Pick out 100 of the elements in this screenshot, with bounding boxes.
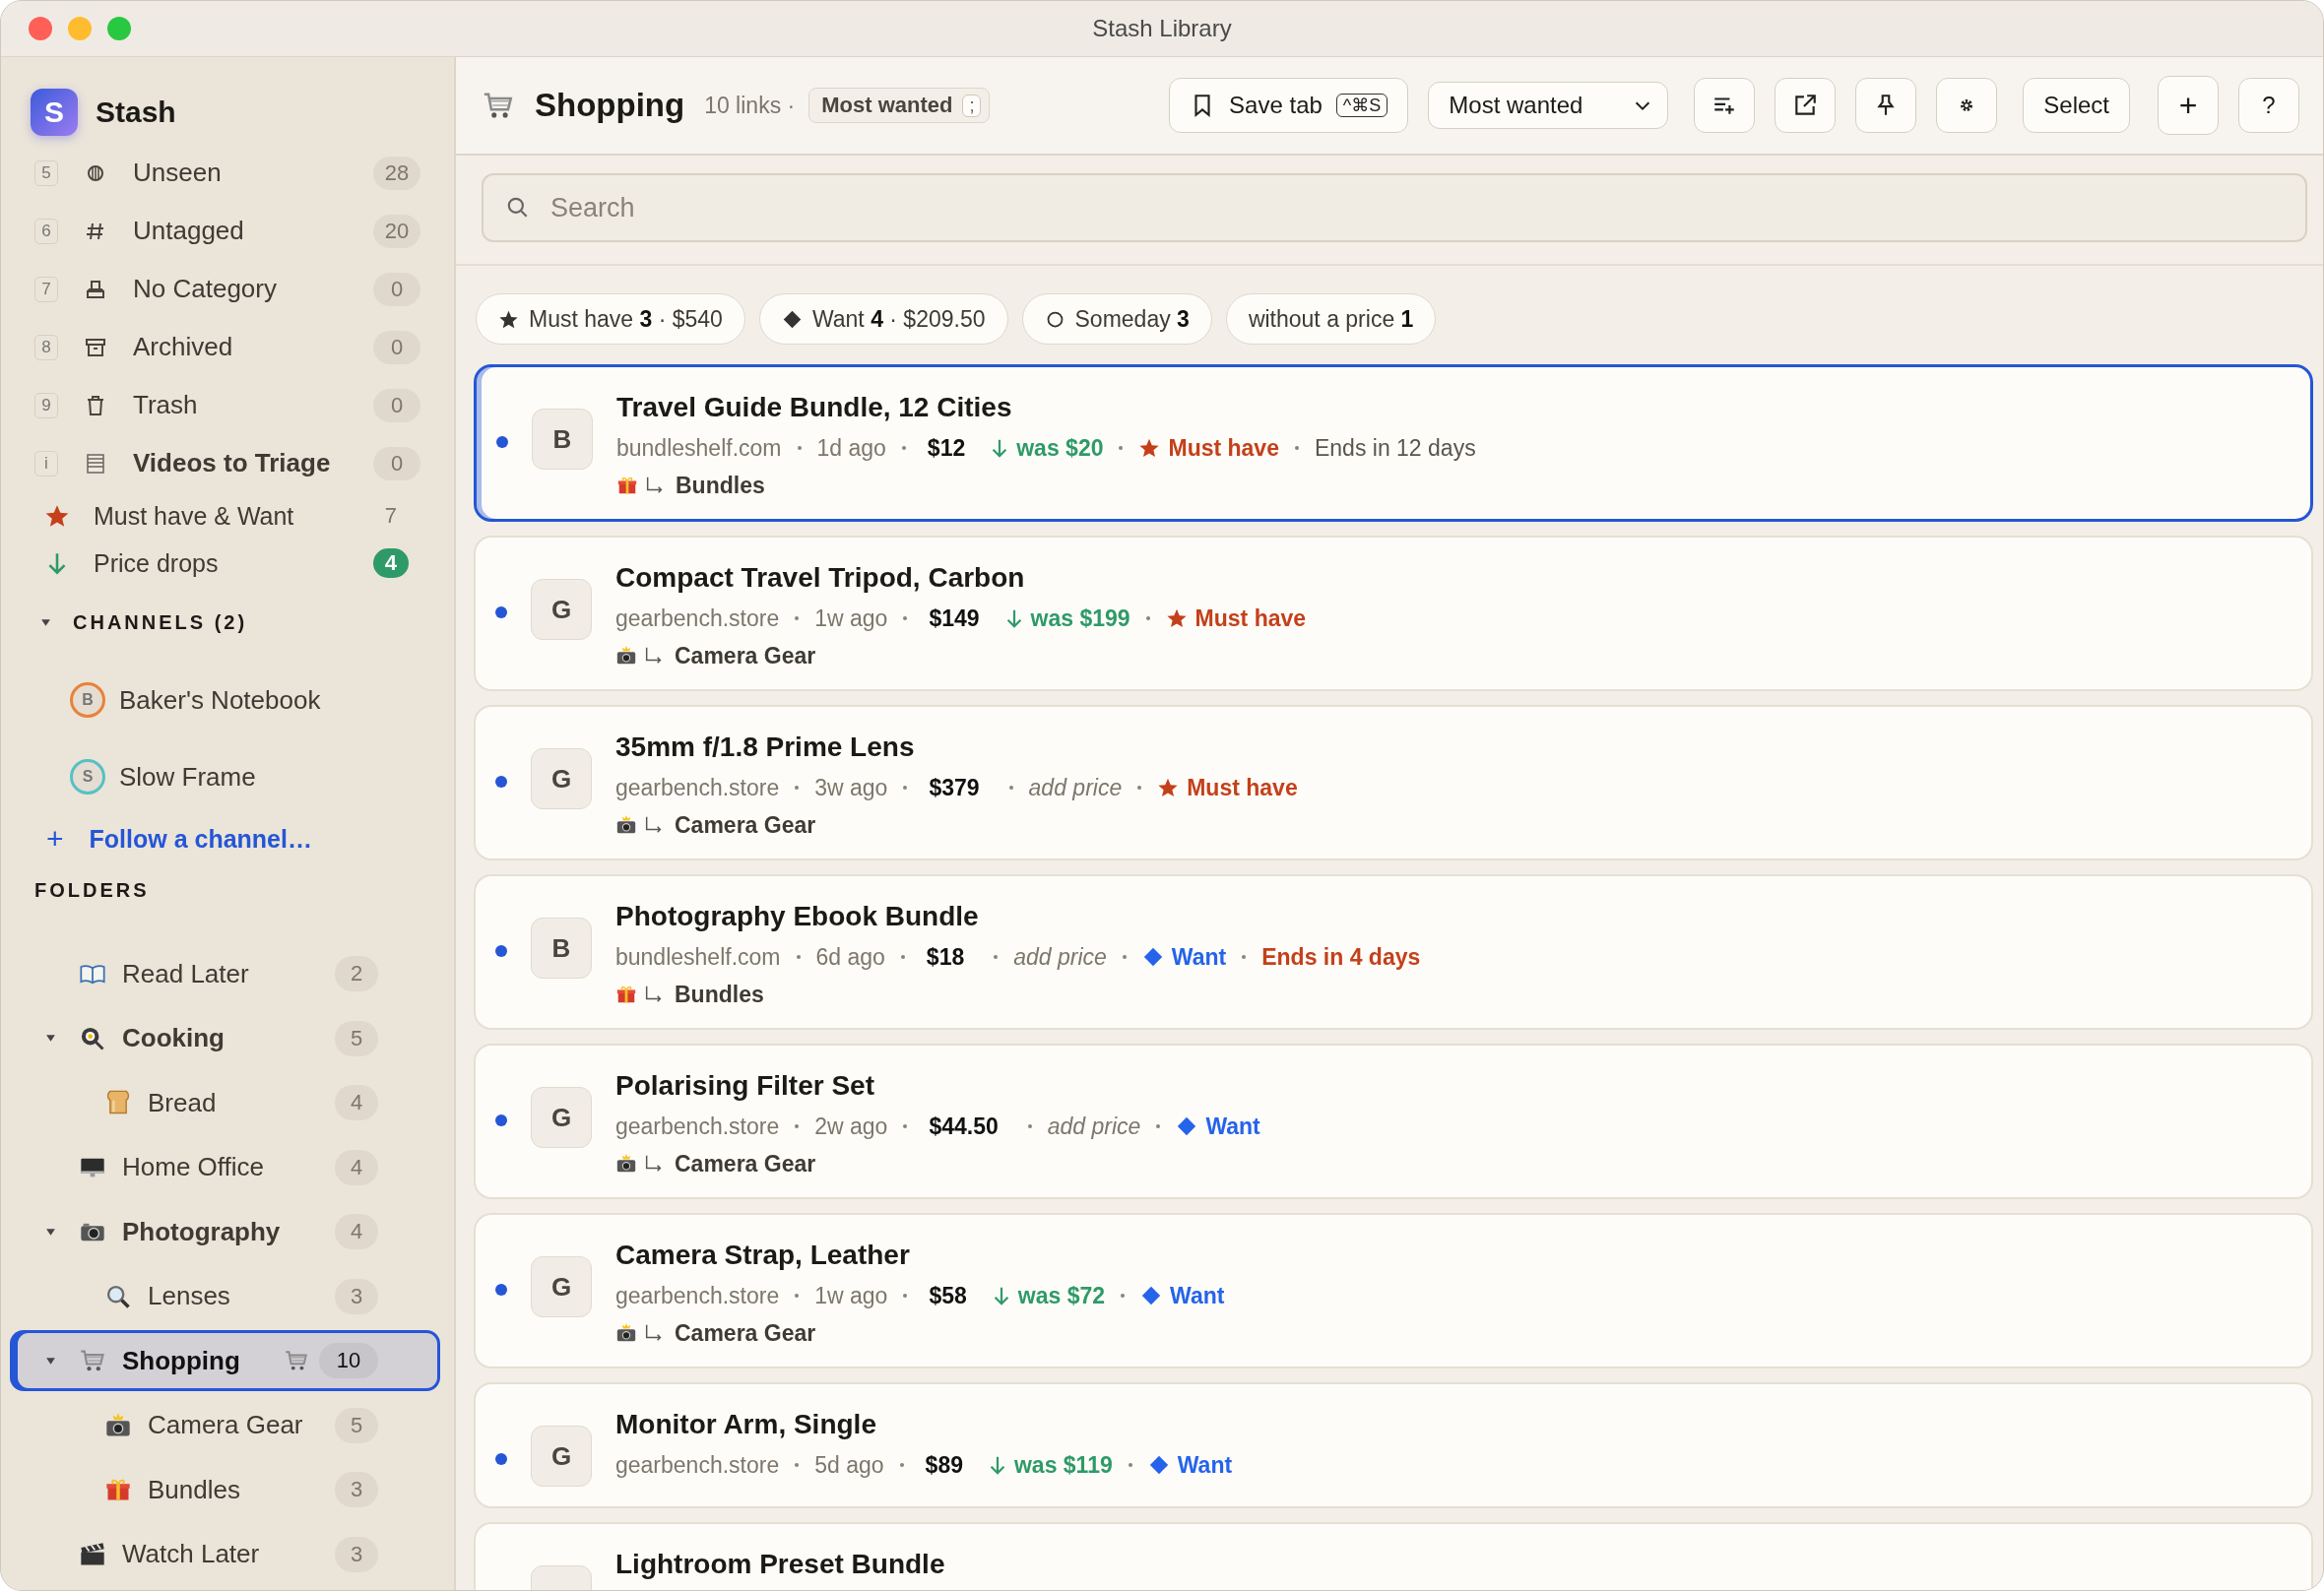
- link-source: gearbench.store: [615, 774, 780, 801]
- sort-chip[interactable]: Most wanted ;: [808, 88, 991, 123]
- sort-list-button[interactable]: [1694, 78, 1756, 133]
- shortcut-key: 8: [34, 334, 58, 360]
- camera-flash-icon: [104, 1411, 132, 1439]
- caret-icon[interactable]: [40, 616, 51, 628]
- filter-chip[interactable]: Want 4 · $209.50: [758, 293, 1008, 345]
- folder-item[interactable]: Cooking 5: [15, 1007, 440, 1069]
- shortcut-key: 7: [34, 276, 58, 302]
- link-card[interactable]: B Photography Ebook Bundle bundleshelf.com 6d ago $18 add price Want Ends in 4 days Bundles: [474, 874, 2313, 1030]
- shortcut-key: i: [34, 450, 58, 477]
- folder-item[interactable]: Read Later 2: [15, 943, 440, 1004]
- caret-icon[interactable]: [45, 1033, 56, 1044]
- folder-name: Camera Gear: [675, 1150, 816, 1177]
- old-price: was $199: [1030, 605, 1130, 632]
- site-avatar: G: [531, 1426, 592, 1487]
- search-field[interactable]: Search: [482, 173, 2307, 242]
- caret-icon[interactable]: [45, 1355, 56, 1367]
- link-age: 1d ago: [816, 434, 886, 462]
- sidebar-item[interactable]: 9 Trash 0: [1, 376, 454, 434]
- link-title: Photography Ebook Bundle: [615, 900, 980, 933]
- link-card[interactable]: G Camera Strap, Leather gearbench.store 1w ago $58 was $72 Want Camera Gear: [474, 1213, 2313, 1368]
- help-button[interactable]: ?: [2238, 78, 2299, 133]
- count-badge: 20: [373, 214, 420, 248]
- folder-item[interactable]: Watch Later 3: [15, 1523, 440, 1585]
- settings-button[interactable]: [1936, 78, 1998, 133]
- link-age: 3w ago: [814, 774, 888, 801]
- select-button[interactable]: Select: [2023, 78, 2130, 133]
- filter-chip[interactable]: Someday 3: [1021, 293, 1212, 345]
- link-card[interactable]: G Monitor Arm, Single gearbench.store 5d ago $89 was $119 Want: [474, 1382, 2313, 1508]
- link-title: Lightroom Preset Bundle: [615, 1548, 945, 1581]
- count-badge: 10: [319, 1343, 378, 1378]
- sidebar-item[interactable]: 5 Unseen 28: [1, 144, 454, 202]
- add-price-link[interactable]: add price: [1047, 1113, 1141, 1140]
- site-avatar: B: [531, 918, 592, 979]
- count-label: 7: [383, 502, 398, 530]
- add-price-link[interactable]: add price: [1028, 774, 1123, 801]
- link-age: 1w ago: [814, 605, 888, 632]
- link-source: bundleshelf.com: [615, 943, 781, 971]
- link-source: gearbench.store: [615, 605, 780, 632]
- count-badge: 0: [373, 388, 420, 422]
- priority-label: Want: [1171, 943, 1227, 971]
- filter-chip[interactable]: without a price 1: [1225, 293, 1437, 345]
- sidebar-item[interactable]: 6 Untagged 20: [1, 202, 454, 260]
- channel-item[interactable]: B Baker's Notebook: [1, 662, 454, 738]
- link-source: gearbench.store: [615, 1113, 780, 1140]
- folder-item[interactable]: Photography 4: [15, 1201, 440, 1262]
- follow-channel-link[interactable]: Follow a channel…: [89, 824, 312, 854]
- caret-icon[interactable]: [45, 1226, 56, 1238]
- priority-label: Want: [1170, 1282, 1225, 1309]
- shortcut-key: 9: [34, 392, 58, 418]
- external-link-icon: [1792, 93, 1819, 118]
- count-badge: 2: [335, 956, 378, 991]
- link-price: $89: [925, 1451, 963, 1479]
- app-logo: S: [31, 89, 78, 136]
- sidebar-item[interactable]: 7 No Category 0: [1, 260, 454, 318]
- close-button[interactable]: [29, 17, 52, 40]
- folder-name: Camera Gear: [675, 642, 816, 669]
- channel-item[interactable]: S Slow Frame: [1, 738, 454, 815]
- bread-icon: [104, 1089, 132, 1116]
- link-card[interactable]: G Polarising Filter Set gearbench.store 2w ago $44.50 add price Want Camera Gear: [474, 1044, 2313, 1199]
- site-avatar: G: [531, 579, 592, 640]
- sidebar-item[interactable]: Price drops 4: [1, 540, 454, 587]
- folder-item[interactable]: Lenses 3: [15, 1265, 440, 1327]
- open-external-button[interactable]: [1775, 78, 1837, 133]
- sidebar-item[interactable]: 8 Archived 0: [1, 318, 454, 376]
- sidebar-item[interactable]: Must have & Want 7: [1, 492, 454, 540]
- folder-name: Bundles: [675, 981, 764, 1008]
- search-input[interactable]: Search: [549, 191, 2284, 224]
- folder-item[interactable]: Home Office 4: [15, 1136, 440, 1198]
- link-card[interactable]: G 35mm f/1.8 Prime Lens gearbench.store 3w ago $379 add price Must have Camera Gear: [474, 705, 2313, 860]
- sidebar-item[interactable]: i Videos to Triage 0: [1, 434, 454, 492]
- folder-item[interactable]: Bread 4: [15, 1072, 440, 1133]
- save-tab-button[interactable]: Save tab ^⌘S: [1169, 78, 1409, 133]
- priority-label: Must have: [1187, 774, 1298, 801]
- diamond-icon: [1140, 1285, 1163, 1306]
- star-icon: [1157, 777, 1180, 798]
- link-card[interactable]: G Compact Travel Tripod, Carbon gearbench.store 1w ago $149 was $199 Must have Camera Gear: [474, 536, 2313, 691]
- count-badge: 3: [335, 1536, 378, 1572]
- priority-label: Must have: [1168, 434, 1279, 462]
- folder-item[interactable]: Camera Gear 5: [15, 1394, 440, 1456]
- star-icon: [498, 308, 519, 330]
- count-badge: 0: [373, 272, 420, 306]
- sort-dropdown[interactable]: Most wanted: [1428, 82, 1669, 129]
- add-button[interactable]: +: [2158, 76, 2219, 135]
- filter-chip[interactable]: Must have 3 · $540: [476, 293, 745, 345]
- add-price-link[interactable]: add price: [1013, 943, 1107, 971]
- diamond-icon: [1147, 1454, 1170, 1476]
- count-badge: 4: [335, 1214, 378, 1249]
- count-badge: 5: [335, 1020, 378, 1056]
- folder-item[interactable]: Bundles 3: [15, 1459, 440, 1520]
- list-icon: [84, 451, 107, 476]
- link-card[interactable]: Lightroom Preset Bundle: [474, 1522, 2313, 1590]
- page-title: Shopping: [535, 87, 685, 124]
- plus-icon: +: [46, 822, 64, 856]
- link-age: 1w ago: [814, 1282, 888, 1309]
- section-heading: FOLDERS: [34, 878, 150, 902]
- pin-button[interactable]: [1855, 78, 1917, 133]
- link-age: 5d ago: [814, 1451, 884, 1479]
- link-card[interactable]: B Travel Guide Bundle, 12 Cities bundleshelf.com 1d ago $12 was $20 Must have Ends in 12 days Bundles: [474, 364, 2313, 522]
